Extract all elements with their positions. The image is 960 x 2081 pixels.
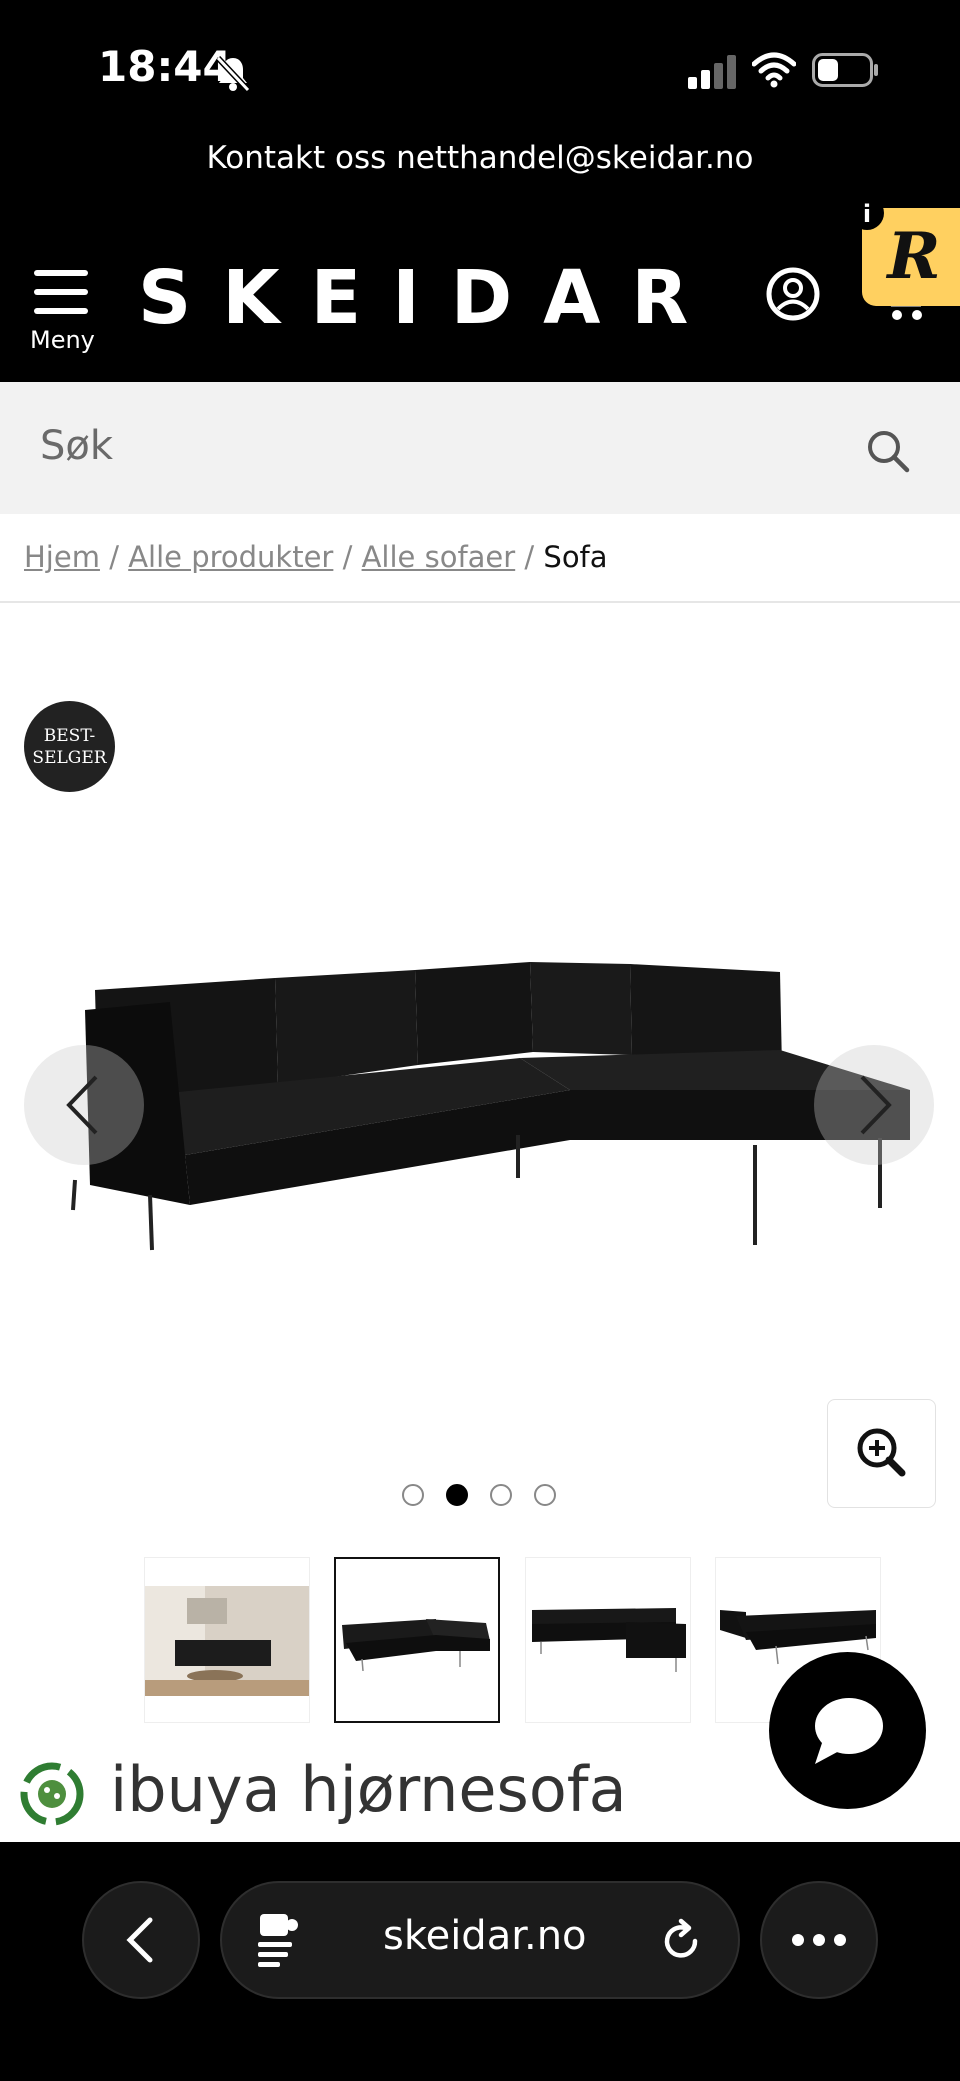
- breadcrumb: Hjem / Alle produkter / Alle sofaer / So…: [24, 540, 608, 574]
- chat-button[interactable]: [769, 1652, 926, 1809]
- back-icon: [126, 1917, 153, 1963]
- gallery-prev-button[interactable]: [24, 1045, 144, 1165]
- url-text[interactable]: skeidar.no: [383, 1913, 587, 1959]
- gallery-dot[interactable]: [402, 1484, 424, 1506]
- thumbnail-2[interactable]: [334, 1557, 500, 1723]
- search-icon[interactable]: [865, 428, 911, 474]
- eco-icon: [20, 1762, 84, 1826]
- divider: [0, 601, 960, 603]
- chevron-left-icon: [66, 1075, 98, 1135]
- site-logo[interactable]: SKEIDAR: [138, 255, 719, 341]
- gallery-dot[interactable]: [490, 1484, 512, 1506]
- signal-icon: [688, 55, 736, 89]
- more-button[interactable]: [760, 1881, 878, 1999]
- wifi-icon: [752, 52, 796, 88]
- more-icon: [792, 1934, 846, 1946]
- breadcrumb-all-products[interactable]: Alle produkter: [128, 540, 333, 574]
- breadcrumb-home[interactable]: Hjem: [24, 540, 100, 574]
- breadcrumb-separator: /: [109, 540, 119, 574]
- zoom-button[interactable]: [827, 1399, 936, 1508]
- thumbnail-image: [342, 1619, 490, 1672]
- chat-icon: [815, 1698, 883, 1764]
- thumbnail-1[interactable]: [144, 1557, 310, 1723]
- product-image[interactable]: [50, 940, 930, 1260]
- thumbnail-image: [532, 1608, 686, 1672]
- svg-text:R: R: [885, 219, 940, 294]
- badge-line1: BEST-: [43, 726, 96, 746]
- user-icon[interactable]: [765, 266, 821, 322]
- battery-icon: [812, 53, 878, 87]
- menu-label[interactable]: Meny: [30, 326, 95, 354]
- breadcrumb-separator: /: [342, 540, 353, 574]
- bell-slash-icon: [215, 55, 251, 93]
- search-input[interactable]: Søk: [40, 423, 113, 469]
- chevron-right-icon: [860, 1075, 892, 1135]
- search-bar[interactable]: [0, 382, 960, 514]
- bestseller-badge: BEST- SELGER: [24, 701, 115, 792]
- back-button[interactable]: [82, 1881, 200, 1999]
- breadcrumb-separator: /: [524, 540, 535, 574]
- extension-icon[interactable]: [254, 1908, 304, 1970]
- thumbnail-3[interactable]: [525, 1557, 691, 1723]
- gallery-next-button[interactable]: [814, 1045, 934, 1165]
- svg-text:i: i: [863, 200, 871, 228]
- hamburger-icon[interactable]: [34, 268, 88, 318]
- thumbnail-image: [145, 1586, 309, 1696]
- gallery-dot-active[interactable]: [446, 1484, 468, 1506]
- info-badge[interactable]: i: [850, 196, 884, 230]
- breadcrumb-all-sofas[interactable]: Alle sofaer: [362, 540, 516, 574]
- reload-icon[interactable]: [657, 1917, 705, 1965]
- badge-line2: SELGER: [32, 748, 107, 768]
- gallery-dot[interactable]: [534, 1484, 556, 1506]
- contact-banner[interactable]: Kontakt oss netthandel@skeidar.no: [0, 140, 960, 176]
- info-icon: i: [863, 200, 871, 228]
- zoom-in-icon: [857, 1428, 906, 1477]
- product-title: ibuya hjørnesofa: [110, 1753, 627, 1826]
- breadcrumb-current: Sofa: [543, 540, 608, 574]
